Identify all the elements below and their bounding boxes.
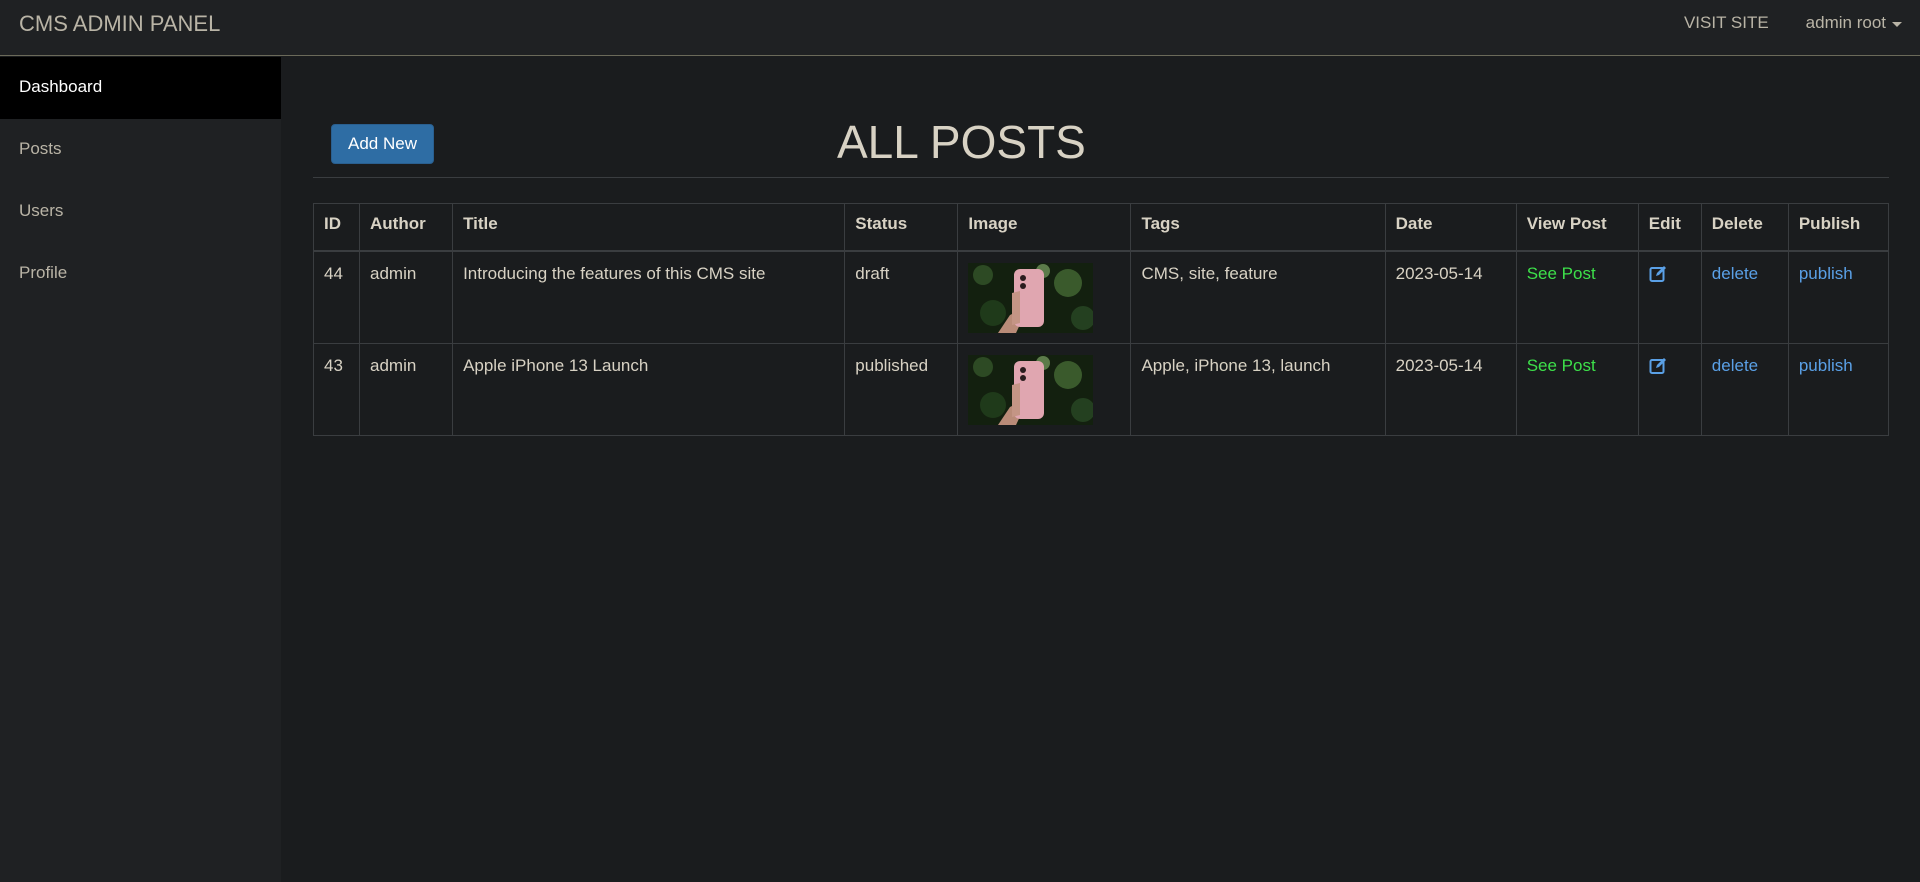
cell-publish: publish: [1787, 342, 1890, 436]
cell-edit: [1637, 342, 1702, 436]
table-row: 43 admin Apple iPhone 13 Launch publishe…: [312, 342, 1890, 436]
cell-status: draft: [844, 250, 959, 344]
navbar-right: VISIT SITE admin root: [1684, 13, 1902, 33]
see-post-link[interactable]: See Post: [1527, 356, 1596, 375]
main-content: Add New ALL POSTS ID Author Title Status…: [312, 57, 1890, 436]
cell-tags: Apple, iPhone 13, launch: [1130, 342, 1386, 436]
edit-icon[interactable]: [1649, 265, 1667, 283]
column-header-image: Image: [957, 203, 1132, 252]
add-new-button[interactable]: Add New: [331, 124, 434, 164]
sidebar-item-profile[interactable]: Profile: [0, 243, 281, 305]
cell-date: 2023-05-14: [1384, 342, 1517, 436]
column-header-author: Author: [359, 203, 454, 252]
caret-down-icon: [1892, 21, 1902, 27]
column-header-status: Status: [844, 203, 959, 252]
cell-date: 2023-05-14: [1384, 250, 1517, 344]
cell-tags: CMS, site, feature: [1130, 250, 1386, 344]
column-header-delete: Delete: [1700, 203, 1789, 252]
cell-title: Introducing the features of this CMS sit…: [452, 250, 846, 344]
post-thumbnail-image: [968, 262, 1094, 333]
column-header-date: Date: [1384, 203, 1517, 252]
sidebar-item-posts[interactable]: Posts: [0, 119, 281, 181]
cell-view-post: See Post: [1515, 342, 1639, 436]
cell-author: admin: [359, 250, 454, 344]
cell-title: Apple iPhone 13 Launch: [452, 342, 846, 436]
cell-delete: delete: [1700, 250, 1789, 344]
cell-publish: publish: [1787, 250, 1890, 344]
cell-delete: delete: [1700, 342, 1789, 436]
user-name: admin root: [1805, 13, 1886, 32]
top-navbar: CMS ADMIN PANEL VISIT SITE admin root: [0, 0, 1920, 56]
see-post-link[interactable]: See Post: [1527, 264, 1596, 283]
column-header-edit: Edit: [1637, 203, 1702, 252]
sidebar-item-dashboard[interactable]: Dashboard: [0, 57, 281, 119]
delete-link[interactable]: delete: [1712, 264, 1758, 283]
column-header-title: Title: [452, 203, 846, 252]
delete-link[interactable]: delete: [1712, 356, 1758, 375]
post-thumbnail-image: [968, 354, 1094, 425]
posts-table: ID Author Title Status Image Tags Date V…: [312, 203, 1890, 436]
page-header: Add New ALL POSTS: [313, 57, 1889, 178]
publish-link[interactable]: publish: [1799, 264, 1853, 283]
cell-edit: [1637, 250, 1702, 344]
table-row: 44 admin Introducing the features of thi…: [312, 250, 1890, 344]
column-header-view-post: View Post: [1515, 203, 1639, 252]
column-header-tags: Tags: [1130, 203, 1386, 252]
user-dropdown[interactable]: admin root: [1806, 13, 1902, 33]
column-header-publish: Publish: [1787, 203, 1890, 252]
visit-site-link[interactable]: VISIT SITE: [1684, 13, 1769, 33]
edit-icon[interactable]: [1649, 357, 1667, 375]
column-header-id: ID: [312, 203, 361, 252]
cell-author: admin: [359, 342, 454, 436]
table-header-row: ID Author Title Status Image Tags Date V…: [312, 203, 1890, 252]
brand-link[interactable]: CMS ADMIN PANEL: [19, 11, 220, 37]
cell-id: 44: [312, 250, 361, 344]
cell-image: [957, 250, 1132, 344]
page-title: ALL POSTS: [837, 116, 1086, 168]
cell-status: published: [844, 342, 959, 436]
sidebar: Dashboard Posts Users Profile: [0, 57, 281, 882]
cell-id: 43: [312, 342, 361, 436]
sidebar-item-users[interactable]: Users: [0, 181, 281, 243]
cell-view-post: See Post: [1515, 250, 1639, 344]
publish-link[interactable]: publish: [1799, 356, 1853, 375]
cell-image: [957, 342, 1132, 436]
